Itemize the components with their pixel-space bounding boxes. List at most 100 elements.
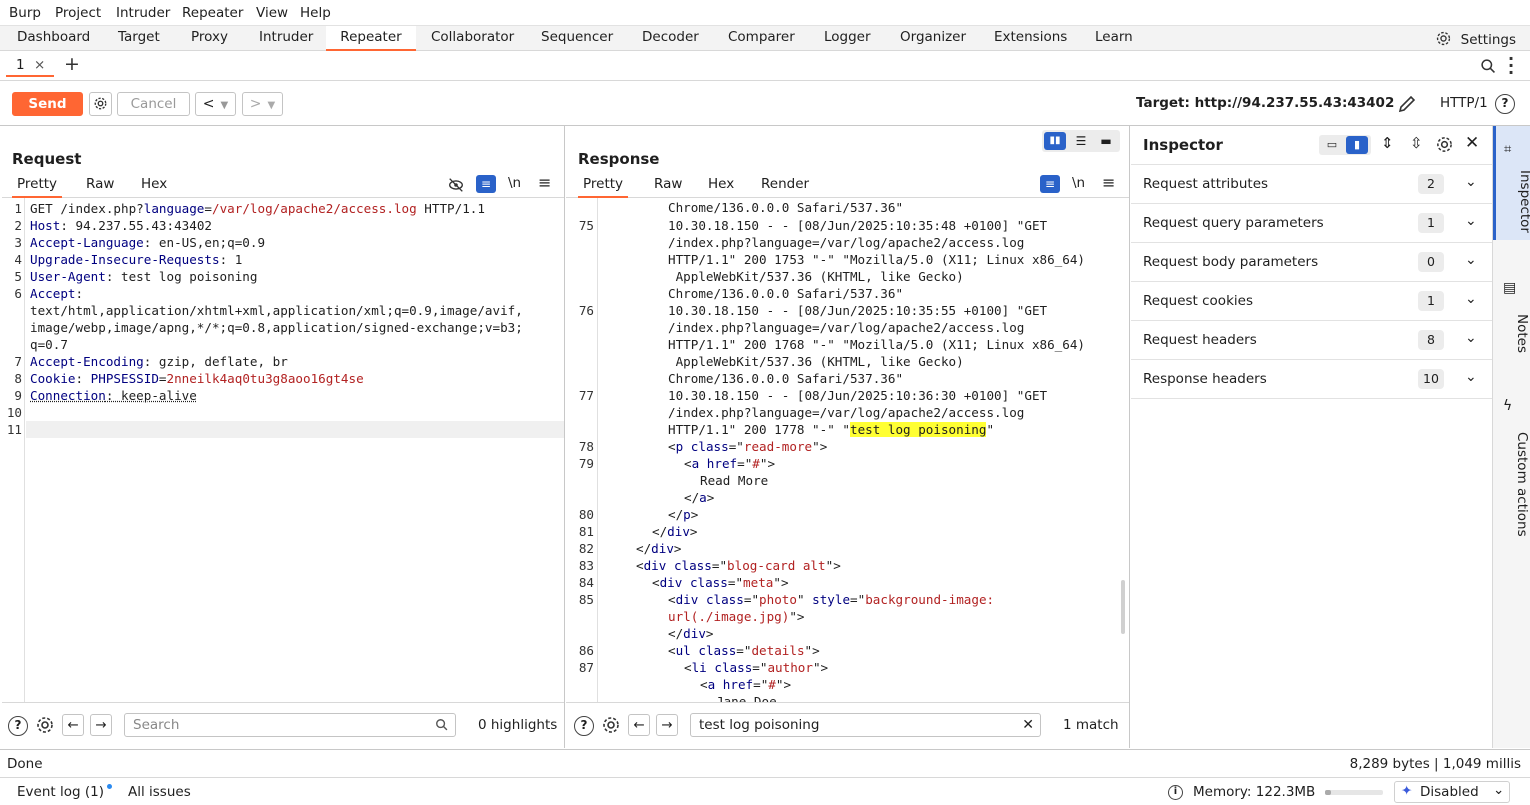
send-button[interactable]: Send bbox=[12, 92, 83, 116]
inspector-request-query-parameters[interactable]: Request query parameters 1 ⌄ bbox=[1131, 204, 1492, 243]
notes-icon: ▤ bbox=[1503, 280, 1517, 296]
inspector-icon: ⌗ bbox=[1504, 142, 1512, 157]
ai-status-dropdown[interactable]: ✦ Disabled ⌄ bbox=[1394, 781, 1510, 803]
repeater-tab-1[interactable]: 1 × bbox=[6, 55, 54, 77]
request-search-input[interactable]: Search bbox=[124, 713, 456, 737]
chevron-down-icon: ⌄ bbox=[1465, 369, 1477, 385]
response-search-input[interactable]: test log poisoning ✕ bbox=[690, 713, 1041, 737]
gear-icon[interactable] bbox=[1435, 135, 1454, 154]
side-tab-notes-label: Notes bbox=[1514, 314, 1530, 353]
tab-organizer[interactable]: Organizer bbox=[890, 26, 976, 51]
response-editor[interactable]: Chrome/136.0.0.0 Safari/537.36" 75 10.30.… bbox=[566, 198, 1129, 702]
layout-right-icon[interactable]: ▮ bbox=[1346, 136, 1368, 154]
next-match-button[interactable]: → bbox=[90, 714, 112, 736]
wrap-lines-icon[interactable]: ≡ bbox=[476, 175, 496, 193]
add-tab-icon[interactable]: + bbox=[64, 53, 80, 75]
request-tab-raw[interactable]: Raw bbox=[82, 176, 118, 198]
collapse-all-icon[interactable]: ⇳ bbox=[1410, 134, 1423, 152]
wrap-lines-icon[interactable]: ≡ bbox=[1040, 175, 1060, 193]
request-editor[interactable]: 1 GET /index.php?language=/var/log/apache… bbox=[2, 198, 564, 702]
response-scrollbar[interactable] bbox=[1121, 580, 1125, 634]
gear-icon[interactable] bbox=[601, 715, 621, 735]
cancel-button[interactable]: Cancel bbox=[117, 92, 190, 116]
send-settings-button[interactable] bbox=[89, 92, 112, 116]
menu-intruder[interactable]: Intruder bbox=[116, 5, 170, 21]
menu-icon[interactable]: ≡ bbox=[1102, 173, 1115, 192]
next-match-button[interactable]: → bbox=[656, 714, 678, 736]
section-count: 8 bbox=[1418, 330, 1444, 350]
section-label: Response headers bbox=[1143, 371, 1267, 387]
inspector-request-body-parameters[interactable]: Request body parameters 0 ⌄ bbox=[1131, 243, 1492, 282]
tab-comparer[interactable]: Comparer bbox=[718, 26, 805, 51]
event-log-button[interactable]: Event log (1) bbox=[17, 784, 112, 800]
close-icon[interactable]: ✕ bbox=[1465, 133, 1479, 153]
section-label: Request attributes bbox=[1143, 176, 1269, 192]
layout-single-icon[interactable]: ▬ bbox=[1095, 132, 1117, 150]
tab-sequencer[interactable]: Sequencer bbox=[531, 26, 623, 51]
side-tab-inspector[interactable]: ⌗ Inspector bbox=[1493, 126, 1530, 240]
tab-repeater[interactable]: Repeater bbox=[326, 26, 416, 51]
more-options-icon[interactable]: · · · bbox=[1508, 51, 1514, 81]
menu-repeater[interactable]: Repeater bbox=[182, 5, 243, 21]
hide-icon[interactable] bbox=[447, 176, 465, 194]
inspector-request-attributes[interactable]: Request attributes 2 ⌄ bbox=[1131, 165, 1492, 204]
layout-split-icon[interactable]: ▮▮ bbox=[1044, 132, 1066, 150]
menu-help[interactable]: Help bbox=[300, 5, 331, 21]
response-tab-hex[interactable]: Hex bbox=[704, 176, 738, 198]
tab-intruder[interactable]: Intruder bbox=[249, 26, 323, 51]
inspector-panel: Inspector ▭ ▮ ⇕ ⇳ ✕ Request attributes 2… bbox=[1131, 126, 1492, 748]
section-label: Request body parameters bbox=[1143, 254, 1319, 270]
menu-view[interactable]: View bbox=[256, 5, 288, 21]
info-icon: i bbox=[1168, 785, 1183, 800]
tab-decoder[interactable]: Decoder bbox=[632, 26, 709, 51]
sparkle-icon: ✦ bbox=[1401, 783, 1413, 799]
previous-match-button[interactable]: ← bbox=[62, 714, 84, 736]
close-icon[interactable]: × bbox=[34, 57, 45, 73]
menu-burp[interactable]: Burp bbox=[9, 5, 41, 21]
chevron-right-icon: > bbox=[249, 96, 262, 112]
inspector-request-cookies[interactable]: Request cookies 1 ⌄ bbox=[1131, 282, 1492, 321]
newline-toggle[interactable]: \n bbox=[508, 175, 521, 191]
menu-project[interactable]: Project bbox=[55, 5, 101, 21]
tab-target[interactable]: Target bbox=[108, 26, 170, 51]
back-button[interactable]: < ▼ bbox=[195, 92, 236, 116]
side-tab-notes[interactable]: ▤ Notes bbox=[1493, 274, 1530, 374]
request-title: Request bbox=[12, 150, 82, 168]
forward-button[interactable]: > ▼ bbox=[242, 92, 283, 116]
all-issues-button[interactable]: All issues bbox=[128, 784, 191, 800]
tab-extensions[interactable]: Extensions bbox=[984, 26, 1077, 51]
bottom-bar: Event log (1) All issues i Memory: 122.3… bbox=[0, 777, 1530, 805]
layout-stacked-icon[interactable]: ☰ bbox=[1070, 132, 1092, 150]
newline-toggle[interactable]: \n bbox=[1072, 175, 1085, 191]
previous-match-button[interactable]: ← bbox=[628, 714, 650, 736]
help-icon[interactable]: ? bbox=[1495, 94, 1515, 114]
tab-collaborator[interactable]: Collaborator bbox=[421, 26, 524, 51]
clear-icon[interactable]: ✕ bbox=[1022, 714, 1034, 736]
pencil-icon[interactable] bbox=[1397, 94, 1417, 114]
expand-all-icon[interactable]: ⇕ bbox=[1381, 134, 1394, 152]
tab-proxy[interactable]: Proxy bbox=[181, 26, 238, 51]
help-icon[interactable]: ? bbox=[574, 716, 594, 736]
inspector-response-headers[interactable]: Response headers 10 ⌄ bbox=[1131, 360, 1492, 399]
protocol-label[interactable]: HTTP/1 bbox=[1440, 95, 1488, 111]
side-tab-custom-actions-label: Custom actions bbox=[1514, 432, 1530, 537]
side-tab-custom-actions[interactable]: ϟ Custom actions bbox=[1493, 394, 1530, 554]
layout-left-icon[interactable]: ▭ bbox=[1321, 136, 1343, 154]
response-tab-pretty[interactable]: Pretty bbox=[578, 176, 629, 198]
request-tab-pretty[interactable]: Pretty bbox=[12, 176, 63, 198]
search-icon[interactable] bbox=[1480, 58, 1497, 75]
tab-dashboard[interactable]: Dashboard bbox=[7, 26, 100, 51]
gear-icon[interactable] bbox=[35, 715, 55, 735]
settings-button[interactable]: Settings bbox=[1435, 30, 1516, 48]
inspector-request-headers[interactable]: Request headers 8 ⌄ bbox=[1131, 321, 1492, 360]
response-view-tabs: Pretty Raw Hex Render ≡ \n ≡ bbox=[566, 172, 1129, 198]
response-tab-render[interactable]: Render bbox=[757, 176, 813, 198]
menu-icon[interactable]: ≡ bbox=[538, 173, 551, 192]
help-icon[interactable]: ? bbox=[8, 716, 28, 736]
request-tab-hex[interactable]: Hex bbox=[137, 176, 171, 198]
response-tab-raw[interactable]: Raw bbox=[650, 176, 686, 198]
tab-learn[interactable]: Learn bbox=[1085, 26, 1143, 51]
request-panel: Request Pretty Raw Hex ≡ \n ≡ 1 GET /inde… bbox=[2, 126, 565, 748]
tab-logger[interactable]: Logger bbox=[814, 26, 881, 51]
main-tab-bar: Dashboard Target Proxy Intruder Repeater… bbox=[0, 26, 1530, 51]
